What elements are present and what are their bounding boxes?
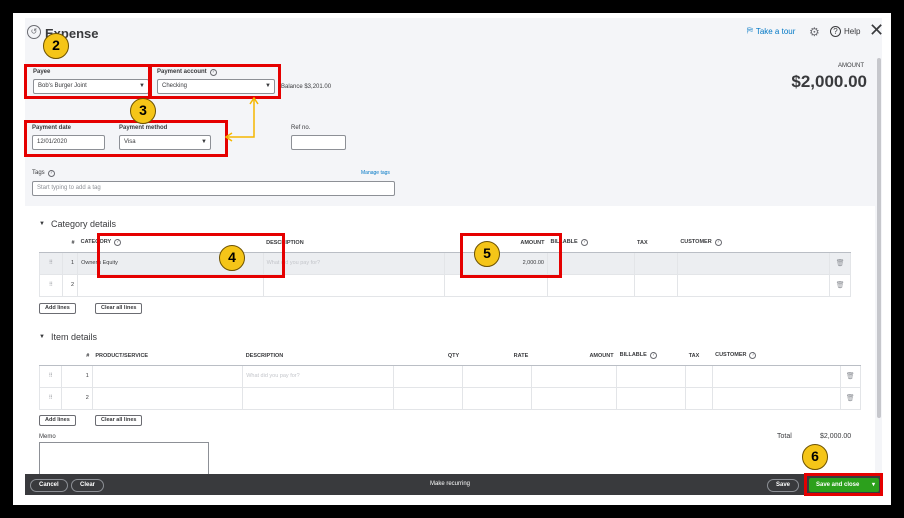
col-rate: RATE — [462, 347, 532, 366]
step-badge-5: 5 — [474, 241, 500, 267]
col-tax: TAX — [685, 347, 713, 366]
col-num: # — [62, 234, 78, 253]
add-lines-button[interactable]: Add lines — [39, 303, 76, 314]
table-row[interactable]: ⠿ 2 🗑 — [38, 386, 862, 410]
clear-all-lines-button[interactable]: Clear all lines — [95, 415, 143, 426]
chevron-down-icon: ▼ — [39, 334, 45, 340]
trash-icon[interactable]: 🗑 — [839, 364, 862, 388]
highlight-category — [97, 233, 285, 278]
trash-icon[interactable]: 🗑 — [839, 386, 862, 410]
col-num: # — [61, 347, 93, 366]
tags-label: Tags? — [32, 170, 55, 177]
help-icon[interactable]: ? — [749, 352, 757, 360]
drag-handle-icon[interactable]: ⠿ — [39, 273, 63, 297]
memo-label: Memo — [39, 434, 56, 440]
total-value: $2,000.00 — [820, 433, 852, 440]
drag-handle-icon[interactable]: ⠿ — [38, 364, 63, 388]
step-badge-3: 3 — [130, 98, 156, 124]
col-customer: CUSTOMER? — [677, 234, 830, 253]
category-details-toggle[interactable]: ▼ Category details — [39, 219, 116, 229]
cancel-button[interactable]: Cancel — [30, 479, 68, 492]
description-cell[interactable] — [242, 386, 394, 410]
drag-handle-icon[interactable]: ⠿ — [38, 386, 63, 410]
step-badge-6: 6 — [802, 444, 828, 470]
tour-icon: ⛿ — [747, 26, 753, 35]
step-badge-2: 2 — [43, 33, 69, 59]
history-icon[interactable]: ↺ — [27, 25, 41, 39]
question-icon: ? — [830, 26, 841, 37]
highlight-date-method — [24, 120, 228, 157]
trash-icon[interactable]: 🗑 — [829, 251, 851, 275]
amount-label: AMOUNT — [838, 63, 864, 69]
col-customer: CUSTOMER? — [712, 347, 841, 366]
help-icon[interactable]: ? — [580, 239, 588, 247]
ref-no-input[interactable] — [291, 135, 346, 150]
close-icon[interactable]: ✕ — [869, 20, 882, 41]
help-icon[interactable]: ? — [47, 170, 55, 177]
chevron-down-icon: ▼ — [39, 221, 45, 227]
tags-input[interactable]: Start typing to add a tag — [32, 181, 395, 196]
account-balance: Balance $3,201.00 — [281, 84, 332, 90]
col-description: DESCRIPTION — [242, 347, 394, 366]
ref-no-label: Ref no. — [291, 125, 311, 131]
item-table: # PRODUCT/SERVICE DESCRIPTION QTY RATE A… — [38, 347, 862, 410]
connector-arrow — [224, 96, 259, 142]
description-cell[interactable]: What did you pay for? — [242, 364, 394, 388]
total-label: Total — [777, 433, 792, 440]
highlight-save-and-close — [804, 473, 883, 496]
col-qty: QTY — [393, 347, 463, 366]
product-cell[interactable] — [91, 386, 244, 410]
description-cell[interactable] — [262, 273, 445, 297]
help-icon[interactable]: ? — [714, 239, 722, 247]
highlight-payee — [24, 64, 151, 99]
step-badge-4: 4 — [219, 245, 245, 271]
add-lines-button[interactable]: Add lines — [39, 415, 76, 426]
scrollbar[interactable] — [877, 58, 881, 418]
save-button[interactable]: Save — [767, 479, 800, 492]
clear-button[interactable]: Clear — [71, 479, 105, 492]
col-tax: TAX — [634, 234, 678, 253]
col-product: PRODUCT/SERVICE — [92, 347, 243, 366]
col-billable: BILLABLE? — [616, 347, 686, 366]
col-description: DESCRIPTION — [263, 234, 445, 253]
amount-value: $2,000.00 — [791, 72, 867, 91]
footer-bar: Cancel Clear Make recurring Save Save an… — [25, 474, 882, 495]
col-amount: AMOUNT — [531, 347, 617, 366]
manage-tags-link[interactable]: Manage tags — [361, 170, 390, 176]
make-recurring-link[interactable]: Make recurring — [430, 481, 470, 487]
gear-icon[interactable]: ⚙ — [809, 25, 820, 39]
take-a-tour-link[interactable]: ⛿ Take a tour — [747, 26, 795, 36]
item-details-toggle[interactable]: ▼ Item details — [39, 332, 97, 342]
drag-handle-icon[interactable]: ⠿ — [39, 251, 63, 275]
highlight-payment-account — [149, 64, 281, 99]
help-button[interactable]: ? Help — [830, 26, 860, 37]
description-cell[interactable]: What did you pay for? — [262, 251, 445, 275]
trash-icon[interactable]: 🗑 — [829, 273, 851, 297]
table-row[interactable]: ⠿ 1 What did you pay for? 🗑 — [38, 364, 862, 388]
product-cell[interactable] — [91, 364, 244, 388]
help-icon[interactable]: ? — [649, 352, 657, 360]
clear-all-lines-button[interactable]: Clear all lines — [95, 303, 143, 314]
memo-input[interactable] — [39, 442, 209, 478]
